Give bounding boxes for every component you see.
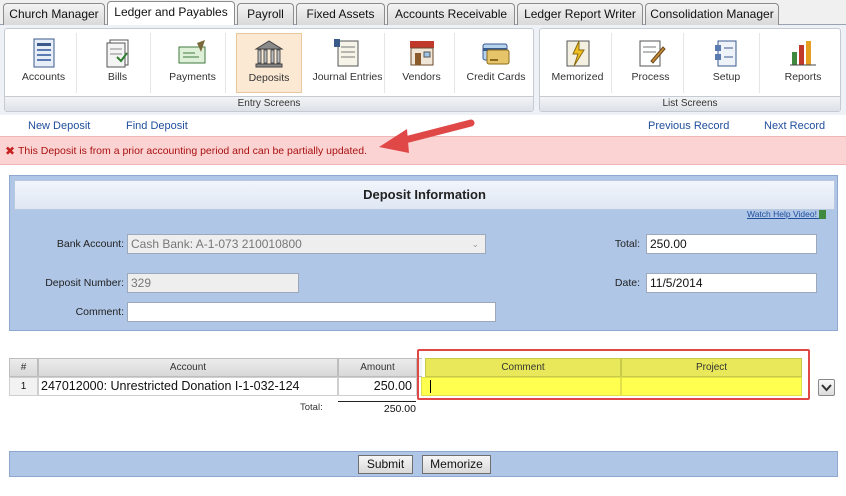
comment-label: Comment:	[75, 306, 124, 318]
ribbon-label: Vendors	[402, 71, 441, 83]
ribbon-deposits-button[interactable]: Deposits	[236, 33, 302, 93]
entry-screens-label: Entry Screens	[5, 96, 533, 111]
action-footer: Submit Memorize	[9, 451, 838, 477]
tab-payroll[interactable]: Payroll	[237, 3, 294, 25]
previous-record-link[interactable]: Previous Record	[648, 120, 729, 132]
help-video-label: Watch Help Video!	[747, 209, 817, 219]
error-icon: ✖	[5, 144, 16, 158]
date-field[interactable]: 11/5/2014	[646, 273, 817, 293]
ribbon-label: Setup	[712, 71, 741, 83]
ribbon-bills-button[interactable]: Bills	[85, 33, 151, 93]
process-icon	[639, 40, 666, 67]
annotation-highlight-box	[417, 349, 810, 400]
submit-button[interactable]: Submit	[358, 455, 413, 474]
payments-icon	[178, 40, 205, 64]
annotation-arrow-icon	[379, 119, 475, 153]
memorized-icon	[566, 40, 589, 67]
entry-screens-group: Accounts Bills Payments Deposits Journal…	[4, 28, 534, 112]
ribbon-memorized-button[interactable]: Memorized	[544, 33, 612, 93]
bank-icon	[254, 40, 284, 68]
deposit-information-title: Deposit Information	[14, 180, 835, 210]
total-label: Total:	[614, 238, 640, 250]
comment-field[interactable]	[127, 302, 496, 322]
credit-card-icon	[482, 43, 510, 65]
deposit-number-label: Deposit Number:	[45, 277, 124, 289]
bank-account-label: Bank Account:	[56, 238, 124, 250]
find-deposit-link[interactable]: Find Deposit	[126, 120, 188, 132]
ribbon-label: Process	[631, 71, 670, 83]
deposit-information-panel: Deposit Information Watch Help Video! Ba…	[9, 175, 838, 331]
ribbon-label: Bills	[107, 71, 128, 83]
new-deposit-link[interactable]: New Deposit	[28, 120, 90, 132]
ribbon-label: Credit Cards	[466, 71, 526, 83]
film-icon	[819, 210, 827, 220]
next-record-link[interactable]: Next Record	[764, 120, 825, 132]
ribbon-label: Payments	[169, 71, 216, 83]
bank-account-select[interactable]: Cash Bank: A-1-073 210010800 ⌄	[127, 234, 486, 254]
tab-consolidation-manager[interactable]: Consolidation Manager	[645, 3, 779, 25]
row-dropdown-button[interactable]	[818, 379, 835, 396]
list-screens-label: List Screens	[540, 96, 840, 111]
warning-message: This Deposit is from a prior accounting …	[18, 145, 368, 157]
ribbon-journal-entries-button[interactable]: Journal Entries	[311, 33, 385, 93]
tab-ledger-report-writer[interactable]: Ledger Report Writer	[517, 3, 643, 25]
total-field[interactable]: 250.00	[646, 234, 817, 254]
bills-icon	[106, 39, 128, 68]
grid-header-amount: Amount	[338, 358, 417, 377]
ribbon-label: Accounts	[21, 71, 66, 83]
journal-icon	[333, 39, 358, 67]
ribbon-accounts-button[interactable]: Accounts	[11, 33, 77, 93]
accounts-icon	[33, 38, 54, 68]
tab-ledger-and-payables[interactable]: Ledger and Payables	[107, 1, 235, 26]
ribbon-label: Deposits	[248, 72, 290, 84]
ribbon-vendors-button[interactable]: Vendors	[389, 33, 455, 93]
ribbon-label: Memorized	[551, 71, 604, 83]
deposit-number-field[interactable]: 329	[127, 273, 299, 293]
ribbon-label: Reports	[784, 71, 822, 83]
date-label: Date:	[614, 277, 640, 289]
ribbon-credit-cards-button[interactable]: Credit Cards	[463, 33, 529, 93]
ribbon-toolbar: Accounts Bills Payments Deposits Journal…	[0, 25, 846, 115]
grid-total-label: Total:	[300, 402, 323, 413]
ribbon-reports-button[interactable]: Reports	[770, 33, 836, 93]
ribbon-setup-button[interactable]: Setup	[694, 33, 760, 93]
bar-chart-icon	[790, 41, 816, 66]
ribbon-payments-button[interactable]: Payments	[160, 33, 226, 93]
tab-church-manager[interactable]: Church Manager	[3, 3, 105, 25]
list-screens-group: Memorized Process Setup Reports List Scr…	[539, 28, 841, 112]
tab-accounts-receivable[interactable]: Accounts Receivable	[387, 3, 515, 25]
store-icon	[409, 41, 434, 66]
tab-fixed-assets[interactable]: Fixed Assets	[296, 3, 385, 25]
chevron-down-icon	[821, 384, 832, 392]
bank-account-value: Cash Bank: A-1-073 210010800	[131, 237, 302, 251]
ribbon-process-button[interactable]: Process	[618, 33, 684, 93]
setup-icon	[714, 40, 736, 67]
grid-row-num: 1	[9, 377, 38, 396]
grid-cell-amount[interactable]: 250.00	[338, 377, 417, 396]
module-tab-bar: Church Manager Ledger and Payables Payro…	[0, 0, 846, 26]
grid-cell-account[interactable]: 247012000: Unrestricted Donation I-1-032…	[38, 377, 338, 396]
grid-header-account: Account	[38, 358, 338, 377]
ribbon-label: Journal Entries	[312, 71, 383, 83]
memorize-button[interactable]: Memorize	[422, 455, 491, 474]
grid-total-value: 250.00	[338, 401, 416, 415]
chevron-down-icon: ⌄	[471, 239, 479, 249]
grid-header-num: #	[9, 358, 38, 377]
watch-help-video-link[interactable]: Watch Help Video!	[747, 209, 827, 220]
